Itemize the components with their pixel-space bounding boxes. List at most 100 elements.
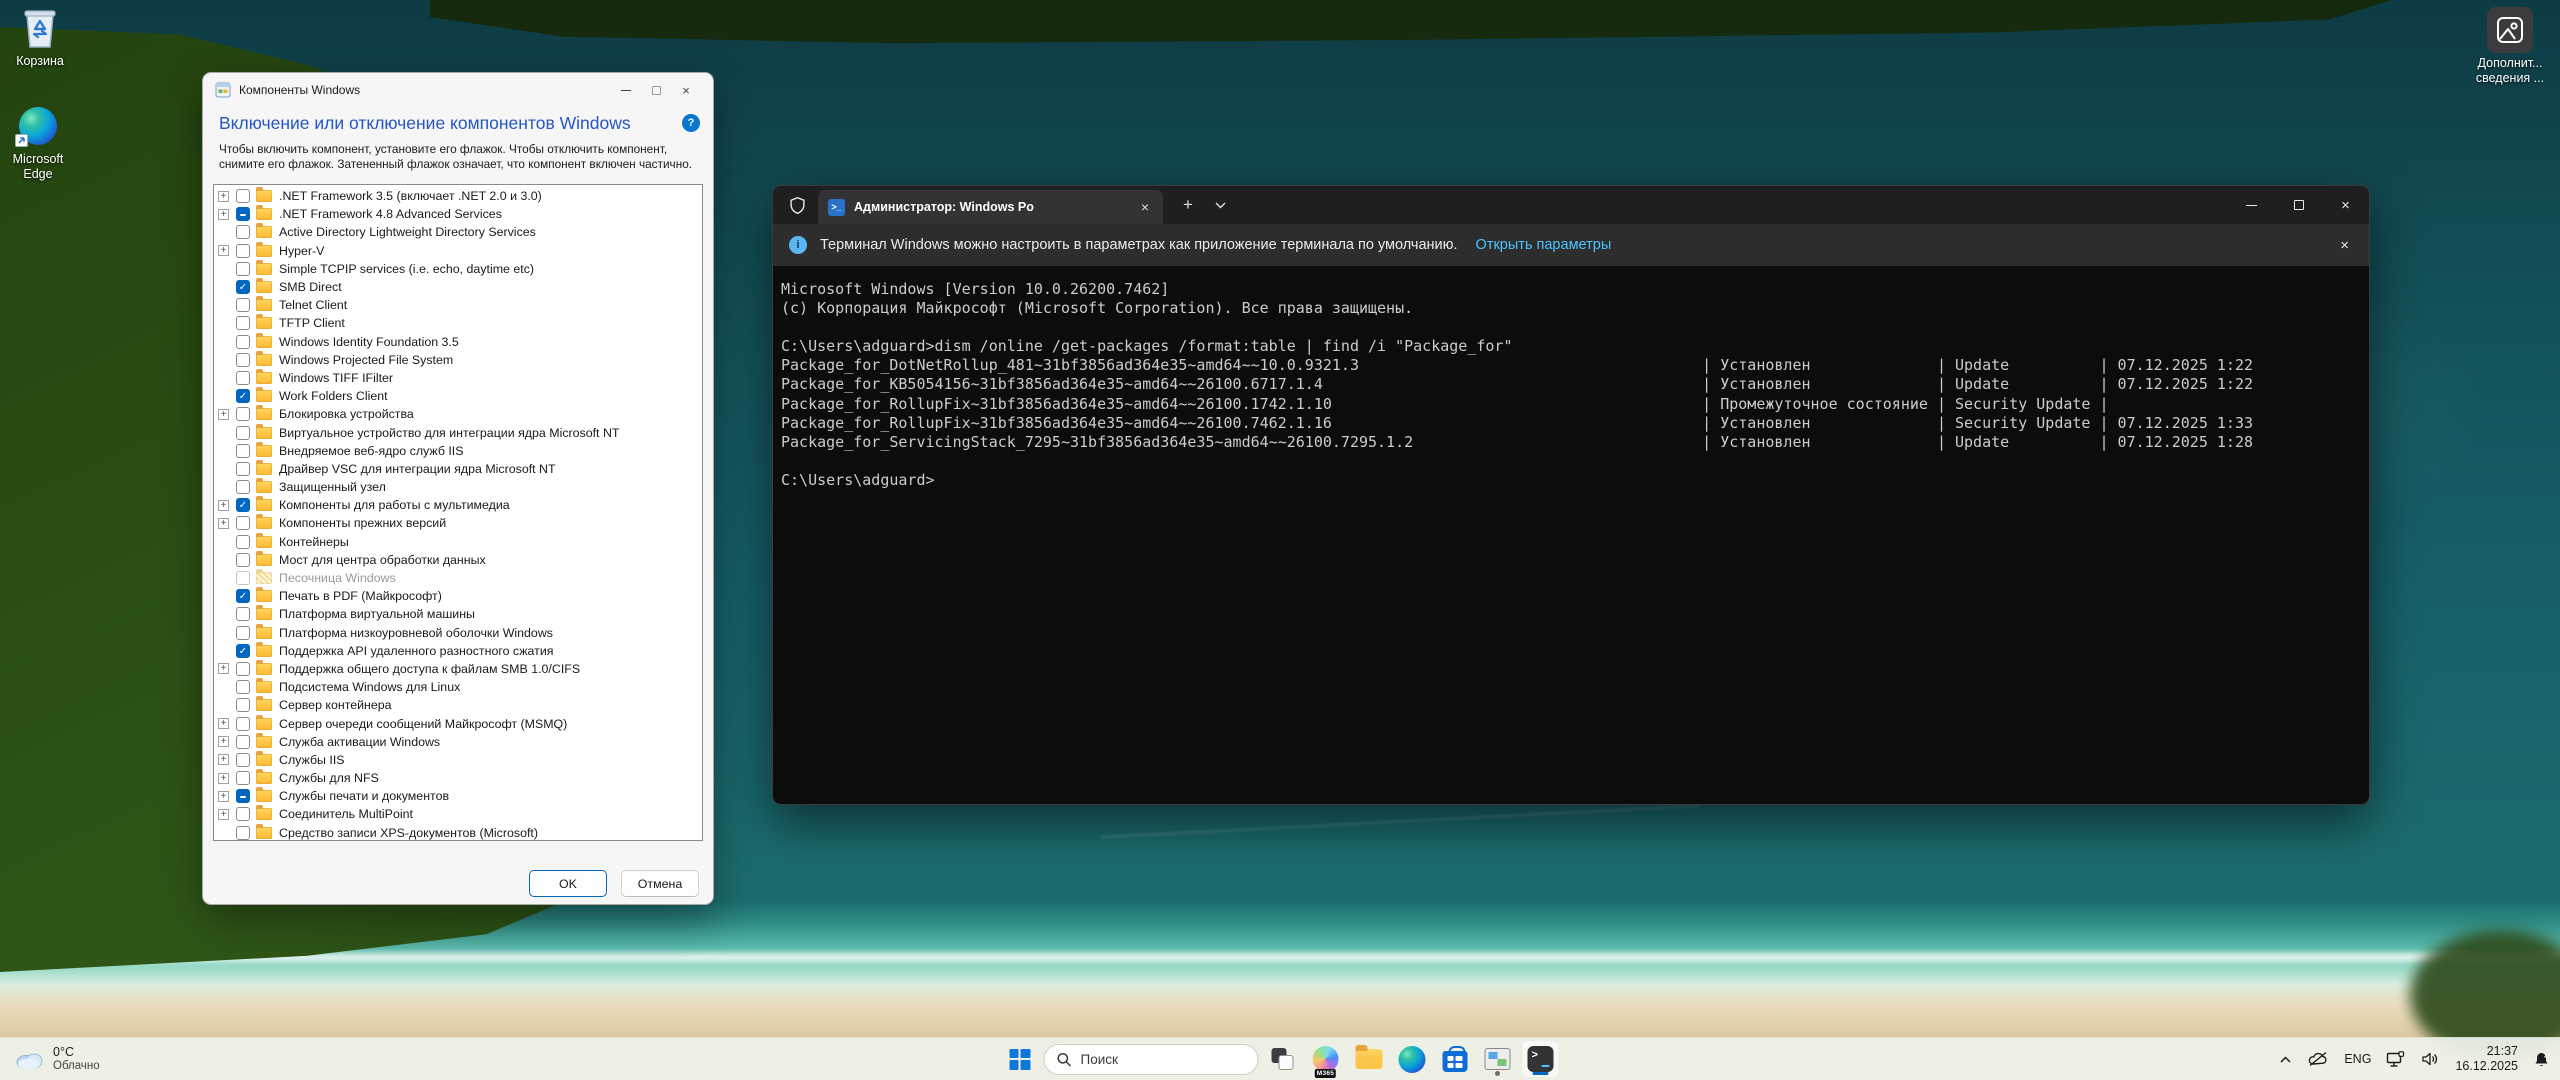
feature-checkbox[interactable] xyxy=(236,189,250,204)
feature-checkbox[interactable] xyxy=(236,661,250,676)
feature-item[interactable]: + Поддержка общего доступа к файлам SMB 1… xyxy=(214,659,702,678)
notification-bell-dnd-icon[interactable]: z xyxy=(2533,1051,2550,1068)
feature-item[interactable]: + Сервер очереди сообщений Майкрософт (MS… xyxy=(214,714,702,732)
feature-item[interactable]: + Служба активации Windows xyxy=(214,732,702,751)
expander-icon[interactable]: + xyxy=(218,208,229,220)
help-icon[interactable]: ? xyxy=(682,114,700,132)
feature-checkbox[interactable] xyxy=(236,443,250,458)
minimize-button[interactable] xyxy=(611,78,641,102)
feature-item[interactable]: Драйвер VSC для интеграции ядра Microsof… xyxy=(214,459,702,478)
feature-checkbox[interactable] xyxy=(236,789,250,804)
feature-checkbox[interactable] xyxy=(236,643,250,658)
search-box[interactable]: Поиск xyxy=(1043,1043,1259,1075)
feature-item[interactable]: Сервер контейнера xyxy=(214,696,702,714)
feature-checkbox[interactable] xyxy=(236,734,250,749)
feature-item[interactable]: + Соединитель MultiPoint xyxy=(214,805,702,823)
expander-icon[interactable]: + xyxy=(218,808,229,820)
feature-checkbox[interactable] xyxy=(236,298,250,313)
feature-checkbox[interactable] xyxy=(236,425,250,440)
expander-icon[interactable]: + xyxy=(218,517,229,529)
feature-item[interactable]: + Службы для NFS xyxy=(214,769,702,787)
feature-item[interactable]: Средство записи XPS-документов (Microsof… xyxy=(214,823,702,840)
feature-checkbox[interactable] xyxy=(236,261,250,276)
dialog-titlebar[interactable]: Компоненты Windows × xyxy=(203,73,713,107)
feature-checkbox[interactable] xyxy=(236,389,250,404)
feature-item[interactable]: Песочница Windows xyxy=(214,569,702,587)
feature-item[interactable]: + Службы IIS xyxy=(214,750,702,769)
feature-checkbox[interactable] xyxy=(236,552,250,567)
feature-item[interactable]: Active Directory Lightweight Directory S… xyxy=(214,223,702,241)
expander-icon[interactable]: + xyxy=(218,499,229,511)
task-view-button[interactable] xyxy=(1264,1040,1302,1078)
feature-checkbox[interactable] xyxy=(236,370,250,385)
onedrive-disconnected-icon[interactable] xyxy=(2307,1051,2329,1067)
feature-checkbox[interactable] xyxy=(236,280,250,295)
feature-item[interactable]: + .NET Framework 4.8 Advanced Services xyxy=(214,205,702,223)
desktop-icon-recycle-bin[interactable]: Корзина xyxy=(0,6,80,69)
feature-checkbox[interactable] xyxy=(236,680,250,695)
terminal-output-area[interactable]: Microsoft Windows [Version 10.0.26200.74… xyxy=(773,266,2369,490)
feature-checkbox[interactable] xyxy=(236,589,250,604)
feature-checkbox[interactable] xyxy=(236,752,250,767)
microsoft-store-button[interactable] xyxy=(1436,1040,1474,1078)
expander-icon[interactable]: + xyxy=(218,245,229,257)
maximize-button[interactable] xyxy=(641,78,671,102)
feature-item[interactable]: + Hyper-V xyxy=(214,241,702,260)
feature-item[interactable]: Simple TCPIP services (i.e. echo, daytim… xyxy=(214,259,702,278)
feature-checkbox[interactable] xyxy=(236,771,250,786)
feature-item[interactable]: Защищенный узел xyxy=(214,478,702,496)
feature-item[interactable]: Контейнеры xyxy=(214,532,702,551)
feature-item[interactable]: Work Folders Client xyxy=(214,387,702,405)
feature-item[interactable]: Поддержка API удаленного разностного сжа… xyxy=(214,641,702,660)
feature-item[interactable]: SMB Direct xyxy=(214,278,702,296)
open-settings-link[interactable]: Открыть параметры xyxy=(1476,237,1612,253)
feature-item[interactable]: Платформа виртуальной машины xyxy=(214,605,702,623)
feature-checkbox[interactable] xyxy=(236,825,250,840)
tray-chevron-up-icon[interactable] xyxy=(2279,1055,2292,1064)
feature-checkbox[interactable] xyxy=(236,516,250,531)
feature-checkbox[interactable] xyxy=(236,243,250,258)
feature-checkbox[interactable] xyxy=(236,461,250,476)
expander-icon[interactable]: + xyxy=(218,772,229,784)
feature-checkbox[interactable] xyxy=(236,352,250,367)
expander-icon[interactable]: + xyxy=(218,718,229,730)
feature-checkbox[interactable] xyxy=(236,207,250,222)
feature-checkbox[interactable] xyxy=(236,407,250,422)
weather-widget[interactable]: 0°C Облачно xyxy=(14,1038,100,1080)
new-tab-button[interactable]: + xyxy=(1183,195,1193,215)
expander-icon[interactable]: + xyxy=(218,736,229,748)
edge-button[interactable] xyxy=(1393,1040,1431,1078)
terminal-titlebar[interactable]: >_ Администратор: Windows Po × + × xyxy=(773,186,2369,224)
feature-checkbox[interactable] xyxy=(236,625,250,640)
feature-checkbox[interactable] xyxy=(236,225,250,240)
windows-features-taskbar-button[interactable] xyxy=(1479,1040,1517,1078)
feature-item[interactable]: + Компоненты для работы с мультимедиа xyxy=(214,496,702,514)
expander-icon[interactable]: + xyxy=(218,790,229,802)
feature-item[interactable]: Внедряемое веб-ядро служб IIS xyxy=(214,441,702,460)
feature-item[interactable]: Windows TIFF IFilter xyxy=(214,368,702,387)
features-tree-list[interactable]: + .NET Framework 3.5 (включает .NET 2.0 и… xyxy=(213,184,703,841)
banner-close-icon[interactable]: × xyxy=(2340,237,2349,254)
feature-item[interactable]: Мост для центра обработки данных xyxy=(214,550,702,569)
feature-item[interactable]: + Компоненты прежних версий xyxy=(214,514,702,532)
feature-item[interactable]: Windows Identity Foundation 3.5 xyxy=(214,332,702,351)
ok-button[interactable]: OK xyxy=(529,870,607,897)
maximize-button[interactable] xyxy=(2275,186,2322,224)
feature-item[interactable]: + .NET Framework 3.5 (включает .NET 2.0 и… xyxy=(214,187,702,205)
tab-dropdown-icon[interactable] xyxy=(1215,202,1226,209)
feature-item[interactable]: Подсистема Windows для Linux xyxy=(214,678,702,696)
feature-item[interactable]: Telnet Client xyxy=(214,296,702,314)
feature-checkbox[interactable] xyxy=(236,698,250,713)
desktop-icon-additional-info[interactable]: Дополнит... сведения ... xyxy=(2466,7,2554,86)
feature-checkbox[interactable] xyxy=(236,534,250,549)
volume-icon[interactable] xyxy=(2421,1051,2440,1067)
feature-item[interactable]: TFTP Client xyxy=(214,314,702,332)
feature-checkbox[interactable] xyxy=(236,807,250,822)
feature-checkbox[interactable] xyxy=(236,334,250,349)
network-icon[interactable] xyxy=(2386,1050,2406,1068)
feature-item[interactable]: Печать в PDF (Майкрософт) xyxy=(214,587,702,605)
feature-item[interactable]: Виртуальное устройство для интеграции яд… xyxy=(214,423,702,441)
feature-checkbox[interactable] xyxy=(236,716,250,731)
file-explorer-button[interactable] xyxy=(1350,1040,1388,1078)
feature-checkbox[interactable] xyxy=(236,480,250,495)
